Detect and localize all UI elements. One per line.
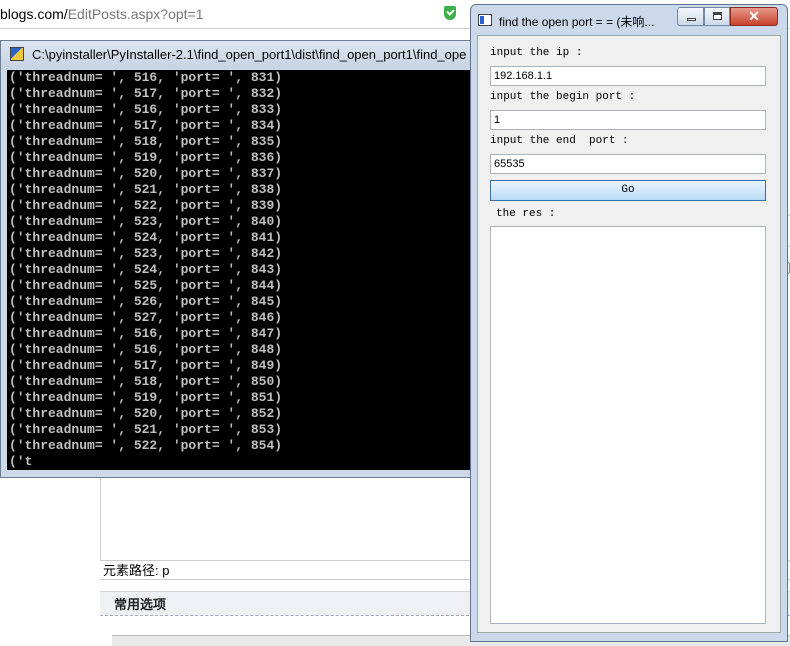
console-line: ('threadnum= ', 524, 'port= ', 843) <box>9 262 283 277</box>
minimize-button[interactable] <box>677 7 704 26</box>
python-console-icon <box>10 47 24 61</box>
result-textbox[interactable] <box>490 226 766 624</box>
console-title: C:\pyinstaller\PyInstaller-2.1\find_open… <box>32 47 467 62</box>
console-line: ('t <box>9 454 33 469</box>
url-text[interactable]: blogs.com/EditPosts.aspx?opt=1 <box>0 6 204 22</box>
console-line: ('threadnum= ', 521, 'port= ', 838) <box>9 182 283 197</box>
console-line: ('threadnum= ', 524, 'port= ', 841) <box>9 230 283 245</box>
console-line: ('threadnum= ', 527, 'port= ', 846) <box>9 310 283 325</box>
console-line: ('threadnum= ', 516, 'port= ', 848) <box>9 342 283 357</box>
console-output: ('threadnum= ', 516, 'port= ', 831) ('thr… <box>7 70 471 470</box>
find-port-dialog: find the open port = = (未响... ✕ input th… <box>470 4 788 642</box>
begin-port-input[interactable]: 1 <box>490 110 766 130</box>
dialog-title: find the open port = = (未响... <box>499 15 655 29</box>
console-line: ('threadnum= ', 522, 'port= ', 854) <box>9 438 283 453</box>
url-path: EditPosts.aspx?opt=1 <box>67 6 204 22</box>
dialog-titlebar[interactable]: find the open port = = (未响... ✕ <box>471 5 787 35</box>
close-button[interactable]: ✕ <box>730 7 778 26</box>
go-button[interactable]: Go <box>490 180 766 201</box>
console-line: ('threadnum= ', 519, 'port= ', 836) <box>9 150 283 165</box>
ip-input[interactable]: 192.168.1.1 <box>490 66 766 86</box>
console-line: ('threadnum= ', 523, 'port= ', 842) <box>9 246 283 261</box>
tk-window-icon <box>478 14 492 26</box>
result-label: the res : <box>496 208 556 220</box>
console-line: ('threadnum= ', 525, 'port= ', 844) <box>9 278 283 293</box>
end-port-input[interactable]: 65535 <box>490 154 766 174</box>
console-line: ('threadnum= ', 517, 'port= ', 849) <box>9 358 283 373</box>
console-titlebar[interactable]: C:\pyinstaller\PyInstaller-2.1\find_open… <box>1 41 473 69</box>
dialog-client-area: input the ip : 192.168.1.1 input the beg… <box>477 35 781 633</box>
console-line: ('threadnum= ', 522, 'port= ', 839) <box>9 198 283 213</box>
begin-port-label: input the begin port : <box>490 91 636 103</box>
url-host: blogs.com/ <box>0 6 68 22</box>
console-line: ('threadnum= ', 519, 'port= ', 851) <box>9 390 283 405</box>
console-window: C:\pyinstaller\PyInstaller-2.1\find_open… <box>0 40 474 478</box>
console-line: ('threadnum= ', 526, 'port= ', 845) <box>9 294 283 309</box>
console-line: ('threadnum= ', 523, 'port= ', 840) <box>9 214 283 229</box>
console-line: ('threadnum= ', 521, 'port= ', 853) <box>9 422 283 437</box>
console-line: ('threadnum= ', 520, 'port= ', 837) <box>9 166 283 181</box>
ip-label: input the ip : <box>490 47 583 59</box>
console-line: ('threadnum= ', 517, 'port= ', 832) <box>9 86 283 101</box>
console-line: ('threadnum= ', 517, 'port= ', 834) <box>9 118 283 133</box>
end-port-label: input the end port : <box>490 135 629 147</box>
shield-icon[interactable] <box>444 6 456 20</box>
close-icon: ✕ <box>748 8 760 24</box>
console-line: ('threadnum= ', 518, 'port= ', 850) <box>9 374 283 389</box>
console-line: ('threadnum= ', 516, 'port= ', 847) <box>9 326 283 341</box>
console-line: ('threadnum= ', 516, 'port= ', 831) <box>9 70 283 85</box>
console-line: ('threadnum= ', 516, 'port= ', 833) <box>9 102 283 117</box>
console-line: ('threadnum= ', 518, 'port= ', 835) <box>9 134 283 149</box>
console-line: ('threadnum= ', 520, 'port= ', 852) <box>9 406 283 421</box>
maximize-button[interactable] <box>704 7 730 26</box>
